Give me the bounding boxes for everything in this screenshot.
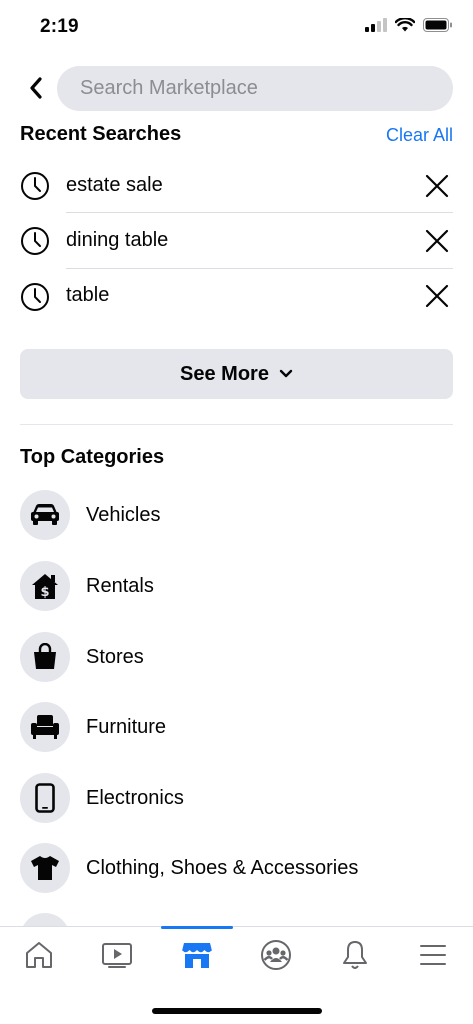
nav-home[interactable] bbox=[17, 933, 61, 977]
smartphone-icon bbox=[20, 773, 70, 823]
home-icon bbox=[26, 942, 52, 968]
see-more-button[interactable]: See More bbox=[20, 349, 453, 399]
active-tab-indicator bbox=[161, 926, 233, 929]
watch-icon bbox=[102, 943, 132, 968]
category-rentals[interactable]: $ Rentals bbox=[20, 560, 460, 612]
status-time: 2:19 bbox=[40, 16, 79, 37]
remove-search-icon[interactable] bbox=[423, 282, 451, 310]
category-partial bbox=[20, 913, 70, 926]
battery-icon bbox=[423, 18, 452, 32]
recent-search-label: dining table bbox=[66, 229, 169, 251]
category-label: Electronics bbox=[86, 786, 184, 809]
home-indicator bbox=[152, 1008, 322, 1014]
search-input[interactable] bbox=[78, 76, 453, 101]
category-clothing[interactable]: Clothing, Shoes & Accessories bbox=[20, 842, 460, 894]
marketplace-icon bbox=[181, 943, 213, 968]
menu-icon bbox=[420, 945, 446, 965]
nav-groups[interactable] bbox=[254, 933, 298, 977]
shopping-bag-icon bbox=[20, 632, 70, 682]
house-dollar-icon: $ bbox=[20, 561, 70, 611]
bottom-nav bbox=[0, 926, 473, 985]
clock-icon bbox=[21, 172, 49, 200]
nav-menu[interactable] bbox=[411, 933, 455, 977]
category-stores[interactable]: Stores bbox=[20, 631, 460, 683]
category-furniture[interactable]: Furniture bbox=[20, 701, 460, 753]
bell-icon bbox=[343, 941, 367, 969]
armchair-icon bbox=[20, 702, 70, 752]
clock-icon bbox=[21, 283, 49, 311]
nav-notifications[interactable] bbox=[333, 933, 377, 977]
category-label: Rentals bbox=[86, 574, 154, 597]
recent-search-item[interactable]: estate sale bbox=[0, 158, 473, 213]
wifi-icon bbox=[395, 18, 415, 32]
car-icon bbox=[20, 490, 70, 540]
recent-searches-title: Recent Searches bbox=[20, 123, 182, 145]
remove-search-icon[interactable] bbox=[423, 172, 451, 200]
remove-search-icon[interactable] bbox=[423, 227, 451, 255]
see-more-label: See More bbox=[180, 362, 269, 385]
top-categories-title: Top Categories bbox=[20, 446, 165, 468]
status-icons bbox=[365, 18, 453, 32]
category-label: Clothing, Shoes & Accessories bbox=[86, 856, 359, 879]
recent-search-item[interactable]: table bbox=[0, 269, 473, 324]
tshirt-icon bbox=[20, 843, 70, 893]
groups-icon bbox=[261, 940, 291, 970]
recent-search-label: table bbox=[66, 284, 110, 306]
nav-watch[interactable] bbox=[95, 933, 139, 977]
clock-icon bbox=[21, 227, 49, 255]
recent-search-item[interactable]: dining table bbox=[0, 213, 473, 268]
recent-search-label: estate sale bbox=[66, 174, 163, 196]
cellular-signal-icon bbox=[365, 18, 387, 32]
svg-text:$: $ bbox=[40, 585, 49, 600]
category-vehicles[interactable]: Vehicles bbox=[20, 489, 460, 541]
back-button[interactable] bbox=[22, 74, 50, 102]
chevron-down-icon bbox=[279, 369, 293, 378]
category-label: Stores bbox=[86, 645, 144, 668]
category-label: Furniture bbox=[86, 715, 167, 738]
category-electronics[interactable]: Electronics bbox=[20, 772, 460, 824]
category-label: Vehicles bbox=[86, 503, 161, 526]
chevron-left-icon bbox=[30, 77, 42, 99]
nav-marketplace[interactable] bbox=[175, 933, 219, 977]
search-bar[interactable] bbox=[57, 66, 453, 111]
section-divider bbox=[20, 424, 453, 425]
clear-all-button[interactable]: Clear All bbox=[386, 125, 453, 146]
